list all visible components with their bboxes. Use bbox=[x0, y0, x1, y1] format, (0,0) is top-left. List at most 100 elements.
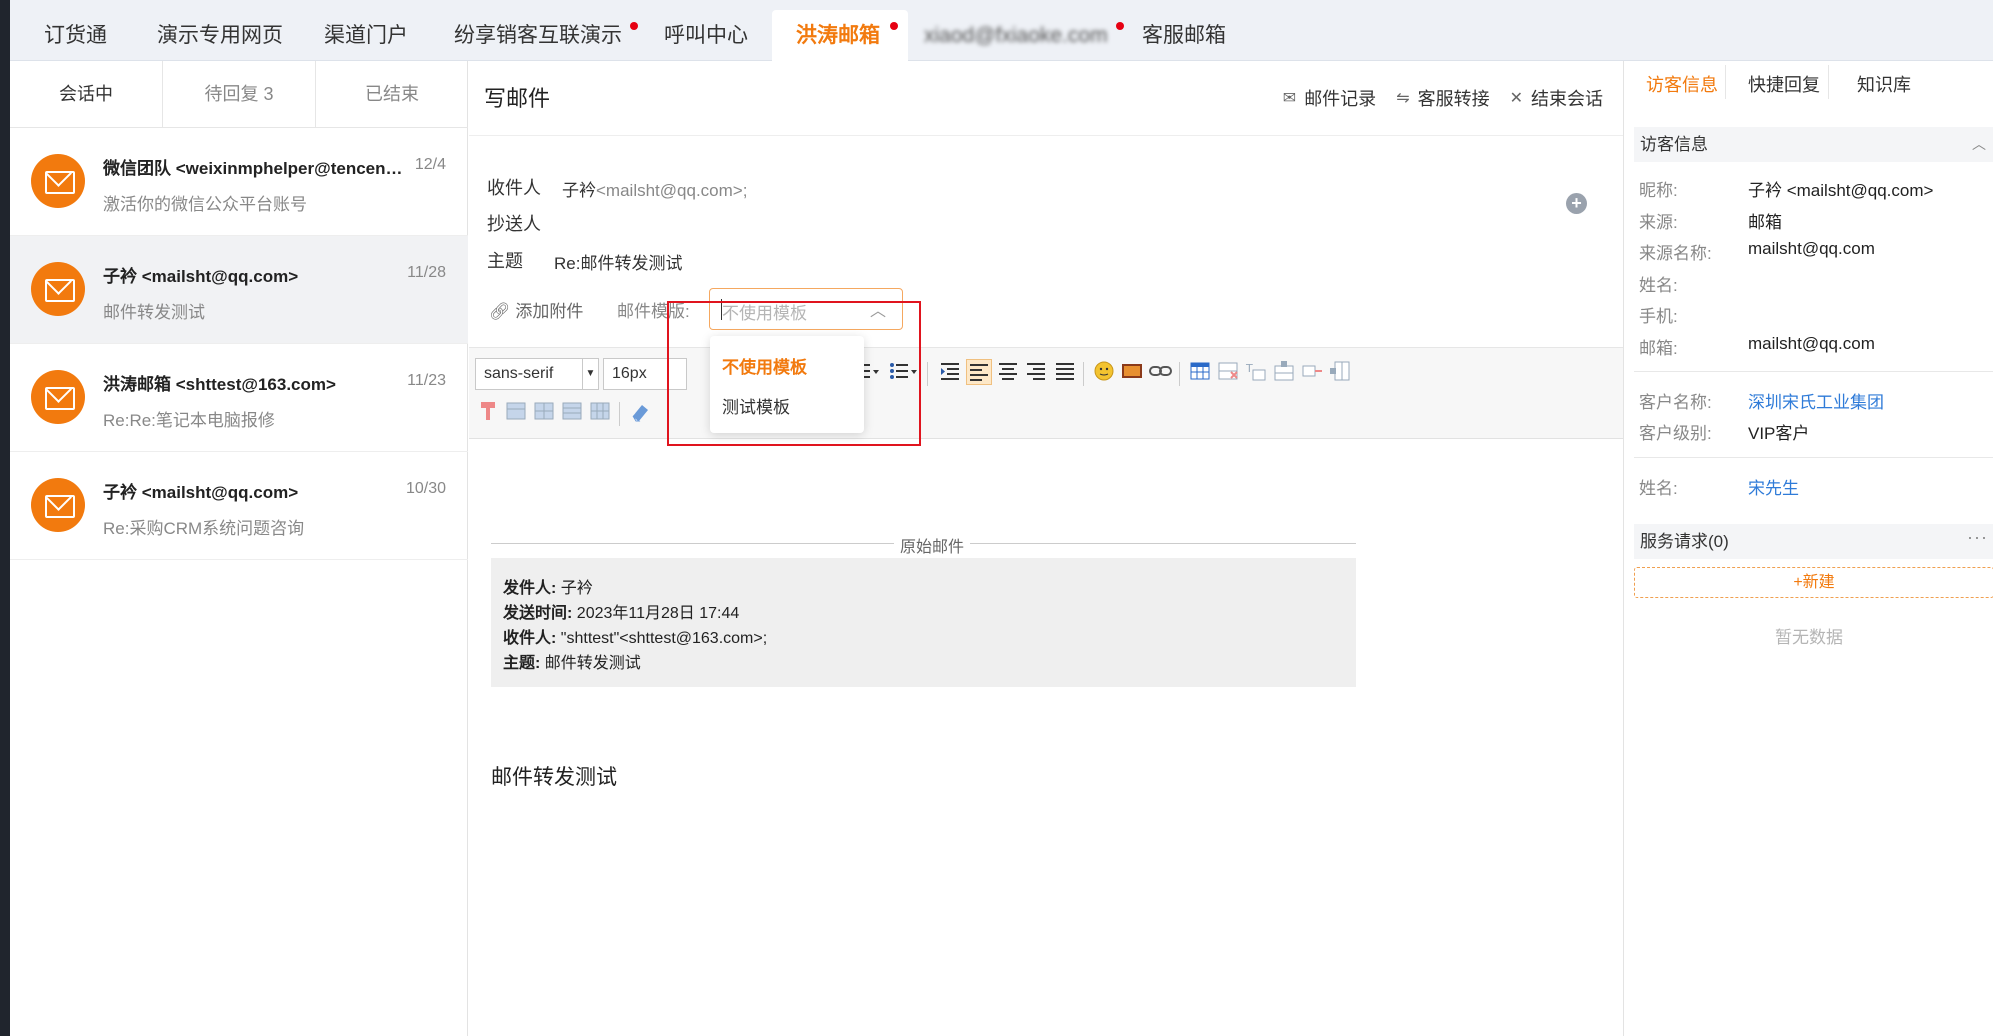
tab-visitor-info[interactable]: 访客信息 bbox=[1646, 71, 1718, 97]
contact-name-link[interactable]: 宋先生 bbox=[1748, 474, 1799, 499]
compose-header: 写邮件 ✉ 邮件记录 ⇋ 客服转接 ✕ 结束会话 bbox=[469, 61, 1623, 136]
merge-down-icon[interactable] bbox=[561, 400, 583, 422]
nickname-value: 子衿 <mailsht@qq.com> bbox=[1748, 181, 1934, 200]
toolbar-separator bbox=[927, 362, 928, 386]
top-tab-bar: 订货通 演示专用网页 渠道门户 纷享销客互联演示 呼叫中心 洪涛邮箱 xiaod… bbox=[0, 0, 1993, 61]
emoji-icon[interactable] bbox=[1093, 360, 1115, 382]
tab-demo-webpage[interactable]: 演示专用网页 bbox=[133, 10, 307, 61]
tab-separator bbox=[1725, 65, 1726, 99]
phone-label: 手机: bbox=[1639, 307, 1678, 326]
mail-records-label: 邮件记录 bbox=[1304, 89, 1377, 109]
tab-fxiaoke-interconnect[interactable]: 纷享销客互联演示 bbox=[430, 10, 648, 61]
session-date: 12/4 bbox=[414, 156, 446, 173]
font-family-select[interactable]: sans-serif ▼ bbox=[475, 358, 599, 390]
source-value: 邮箱 bbox=[1748, 213, 1782, 232]
visitor-info-header[interactable]: 访客信息 ︿ bbox=[1634, 127, 1993, 162]
source-name-value: mailsht@qq.com bbox=[1748, 239, 1875, 258]
align-justify-icon[interactable] bbox=[1054, 360, 1076, 382]
compose-title: 写邮件 bbox=[484, 86, 551, 111]
add-cc-button[interactable]: + bbox=[1566, 193, 1587, 214]
tab-email-account[interactable]: xiaod@fxiaoke.com bbox=[900, 10, 1134, 61]
tab-dinghuotong[interactable]: 订货通 bbox=[20, 10, 131, 61]
no-data-text: 暂无数据 bbox=[1775, 628, 1843, 647]
eraser-icon[interactable] bbox=[629, 400, 651, 422]
paperclip-icon: 🔗︎ bbox=[489, 302, 511, 321]
merge-cells-icon[interactable] bbox=[505, 400, 527, 422]
link-icon[interactable] bbox=[1149, 360, 1173, 382]
cc-label: 抄送人 bbox=[487, 214, 541, 234]
insert-column-icon[interactable] bbox=[1329, 360, 1351, 382]
to-recipient-address: <mailsht@qq.com>; bbox=[596, 181, 748, 200]
mail-icon bbox=[31, 478, 85, 532]
chevron-up-icon[interactable]: ︿ bbox=[1972, 127, 1986, 162]
tab-pending-reply[interactable]: 待回复 3 bbox=[163, 61, 316, 127]
customer-name-link[interactable]: 深圳宋氏工业集团 bbox=[1748, 388, 1884, 413]
new-service-request-button[interactable]: +新建 bbox=[1634, 567, 1993, 598]
mail-records-button[interactable]: ✉ 邮件记录 bbox=[1283, 85, 1376, 111]
tab-knowledge-base[interactable]: 知识库 bbox=[1857, 71, 1911, 97]
transfer-agent-button[interactable]: ⇋ 客服转接 bbox=[1396, 85, 1489, 111]
session-date: 10/30 bbox=[405, 480, 446, 497]
source-name-label: 来源名称: bbox=[1639, 244, 1712, 263]
source-label: 来源: bbox=[1639, 213, 1678, 232]
quote-to-label: 收件人: bbox=[503, 630, 557, 647]
tab-ended[interactable]: 已结束 bbox=[316, 61, 468, 127]
end-session-button[interactable]: ✕ 结束会话 bbox=[1510, 85, 1603, 111]
delete-row-icon[interactable] bbox=[1301, 360, 1323, 382]
session-item[interactable]: 微信团队 <weixinmphelper@tencent.com> 12/4 激… bbox=[10, 128, 468, 236]
to-field[interactable]: 子衿<mailsht@qq.com>; bbox=[562, 176, 747, 201]
quote-from-label: 发件人: bbox=[503, 580, 557, 597]
image-icon[interactable] bbox=[1121, 360, 1143, 382]
session-name: 洪涛邮箱 <shttest@163.com> bbox=[103, 375, 336, 394]
font-family-value: sans-serif bbox=[484, 365, 554, 382]
session-name: 微信团队 <weixinmphelper@tencent.com> bbox=[103, 159, 408, 178]
tab-in-session[interactable]: 会话中 bbox=[10, 61, 163, 127]
tab-separator bbox=[1828, 65, 1829, 99]
session-subject: Re:Re:笔记本电脑报修 bbox=[103, 411, 275, 430]
to-label: 收件人 bbox=[487, 178, 541, 198]
left-dark-strip bbox=[0, 61, 10, 1036]
original-mail-label: 原始邮件 bbox=[894, 533, 971, 557]
align-left-button[interactable] bbox=[966, 359, 992, 385]
delete-column-icon[interactable] bbox=[477, 400, 499, 422]
tab-call-center[interactable]: 呼叫中心 bbox=[640, 10, 772, 61]
divider bbox=[1634, 457, 1993, 458]
toolbar-separator bbox=[1083, 362, 1084, 386]
tab-service-mailbox[interactable]: 客服邮箱 bbox=[1118, 10, 1250, 61]
insert-row-icon[interactable] bbox=[1273, 360, 1295, 382]
name-label: 姓名: bbox=[1639, 276, 1678, 295]
add-attachment-label: 添加附件 bbox=[515, 302, 584, 321]
align-left-icon bbox=[970, 364, 988, 381]
customer-level-value: VIP客户 bbox=[1748, 424, 1810, 443]
visitor-info-panel: 访客信息 快捷回复 知识库 访客信息 ︿ 昵称: 子衿 <mailsht@qq.… bbox=[1623, 61, 1993, 1036]
mail-body-text[interactable]: 邮件转发测试 bbox=[491, 761, 617, 791]
add-attachment-button[interactable]: 🔗︎ 添加附件 bbox=[489, 297, 583, 322]
delete-table-icon[interactable] bbox=[1217, 360, 1239, 382]
unread-dot bbox=[890, 22, 898, 30]
session-item-selected[interactable]: 子衿 <mailsht@qq.com> 11/28 邮件转发测试 bbox=[10, 236, 468, 344]
session-item[interactable]: 洪涛邮箱 <shttest@163.com> 11/23 Re:Re:笔记本电脑… bbox=[10, 344, 468, 452]
nickname-label: 昵称: bbox=[1639, 181, 1678, 200]
session-name: 子衿 <mailsht@qq.com> bbox=[103, 267, 299, 286]
subject-field[interactable]: Re:邮件转发测试 bbox=[554, 249, 682, 274]
customer-name-label: 客户名称: bbox=[1639, 393, 1712, 412]
tab-channel-portal[interactable]: 渠道门户 bbox=[300, 10, 432, 61]
end-session-label: 结束会话 bbox=[1531, 89, 1603, 109]
tab-hongtao-mailbox[interactable]: 洪涛邮箱 bbox=[772, 10, 908, 61]
service-request-title: 服务请求(0) bbox=[1640, 532, 1729, 551]
insert-table-icon[interactable] bbox=[1189, 360, 1211, 382]
quote-time-line: 发送时间: 2023年11月28日 17:44 bbox=[503, 599, 1344, 624]
to-recipient-name: 子衿 bbox=[562, 181, 596, 200]
session-item[interactable]: 子衿 <mailsht@qq.com> 10/30 Re:采购CRM系统问题咨询 bbox=[10, 452, 468, 560]
align-center-icon[interactable] bbox=[997, 360, 1019, 382]
quote-from-value: 子衿 bbox=[560, 580, 593, 597]
session-subject: 激活你的微信公众平台账号 bbox=[103, 195, 307, 214]
align-right-icon[interactable] bbox=[1025, 360, 1047, 382]
tab-quick-reply[interactable]: 快捷回复 bbox=[1748, 71, 1820, 97]
insert-paragraph-icon[interactable]: T bbox=[1245, 360, 1267, 382]
more-icon[interactable]: ··· bbox=[1967, 520, 1988, 555]
split-cells-icon[interactable] bbox=[589, 400, 611, 422]
indent-icon[interactable] bbox=[939, 360, 961, 382]
highlight-box bbox=[667, 301, 921, 446]
merge-right-icon[interactable] bbox=[533, 400, 555, 422]
